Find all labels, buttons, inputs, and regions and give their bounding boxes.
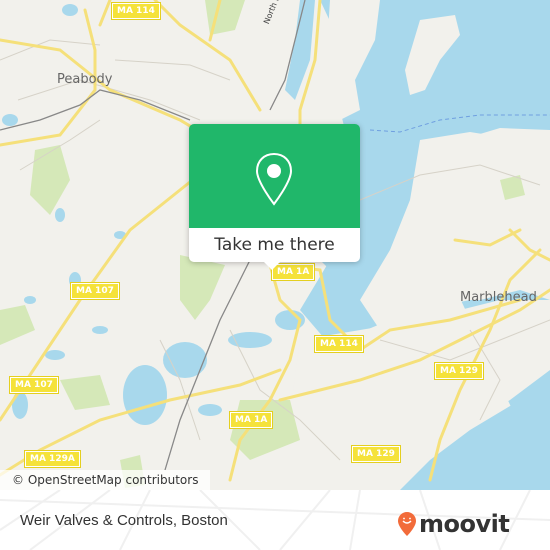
park (0, 305, 35, 345)
road-shield-ma-107: MA 107 (9, 376, 59, 394)
moovit-pin-icon (398, 512, 416, 536)
park (30, 145, 70, 215)
place-label-marblehead: Marblehead (460, 290, 537, 305)
road-shield-ma-114: MA 114 (314, 335, 364, 353)
road-shield-ma-114: MA 114 (111, 2, 161, 20)
moovit-logo[interactable]: moovit (398, 510, 510, 538)
place-title: Weir Valves & Controls, Boston (20, 512, 228, 529)
park (60, 375, 110, 410)
map-attribution[interactable]: © OpenStreetMap contributors (0, 470, 211, 490)
map-pin-icon (255, 152, 293, 206)
pond (12, 391, 28, 419)
destination-popup: Take me there (189, 124, 360, 270)
pond (198, 404, 222, 416)
pond (123, 365, 167, 425)
road-shield-ma-129: MA 129 (351, 445, 401, 463)
popup-pointer (264, 262, 280, 270)
road-shield-ma-107: MA 107 (70, 282, 120, 300)
park (205, 0, 245, 35)
pond (45, 350, 65, 360)
pond (62, 4, 78, 16)
road-shield-ma-129a: MA 129A (24, 450, 81, 468)
popup-header (189, 124, 360, 228)
pond (55, 208, 65, 222)
moovit-wordmark: moovit (419, 510, 510, 538)
park (180, 255, 225, 320)
footer: Weir Valves & Controls, Boston moovit (0, 490, 550, 550)
map-canvas[interactable]: Peabody Marblehead North River MA 114 MA… (0, 0, 550, 490)
pond (24, 296, 36, 304)
road-shield-ma-1a: MA 1A (228, 411, 274, 429)
pond (92, 326, 108, 334)
marsh-inlet (285, 0, 315, 100)
road-shield-ma-129: MA 129 (434, 362, 484, 380)
place-label-peabody: Peabody (57, 72, 113, 87)
take-me-there-button[interactable]: Take me there (189, 228, 360, 262)
pond (2, 114, 18, 126)
